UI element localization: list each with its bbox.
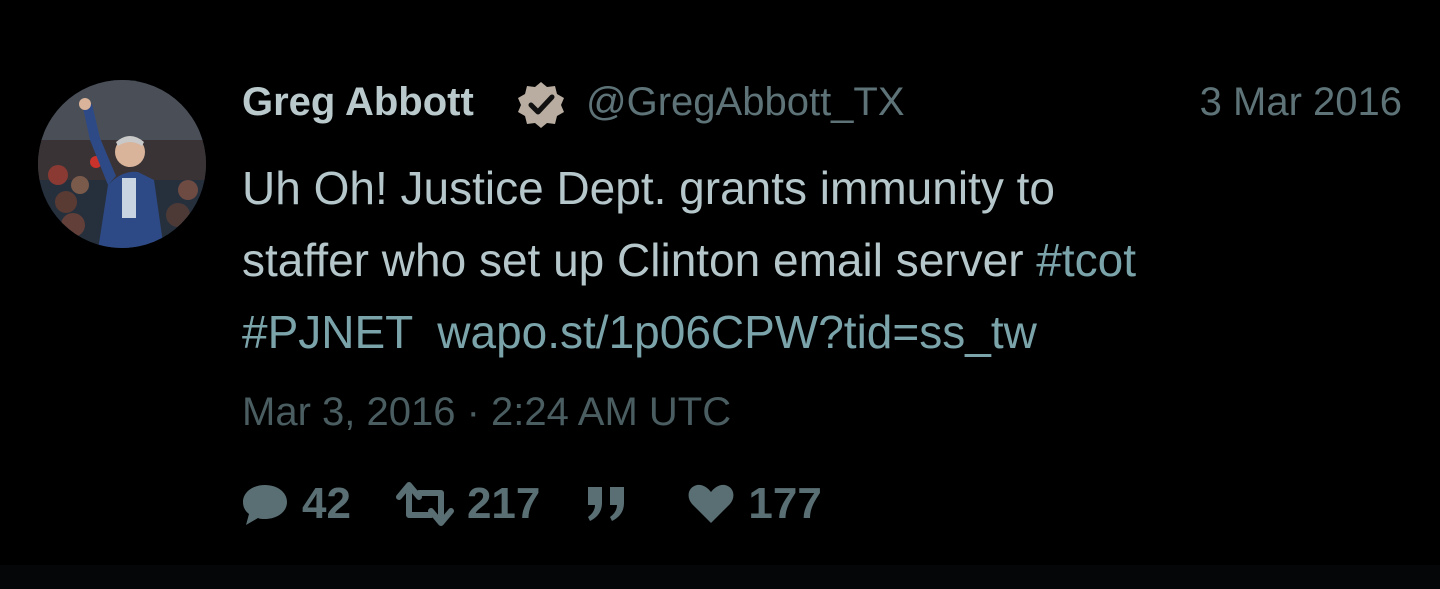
short-date[interactable]: 3 Mar 2016 — [1200, 80, 1402, 125]
heart-icon — [688, 484, 734, 523]
retweet-button[interactable]: 217 — [395, 479, 540, 529]
full-timestamp[interactable]: Mar 3, 2016 · 2:24 AM UTC — [242, 390, 731, 435]
tweet-text: Uh Oh! Justice Dept. grants immunity to … — [242, 152, 1402, 368]
reply-icon — [243, 485, 287, 525]
tweet-text-line-3: #PJNET wapo.st/1p06CPW?tid=ss_tw — [242, 296, 1402, 368]
reply-button[interactable]: 42 — [240, 479, 351, 529]
article-link[interactable]: wapo.st/1p06CPW?tid=ss_tw — [437, 306, 1037, 358]
tweet-text-line-2: staffer who set up Clinton email server … — [242, 224, 1402, 296]
verified-badge-icon — [516, 80, 566, 130]
hashtag-tcot[interactable]: #tcot — [1036, 234, 1136, 286]
retweet-count: 217 — [466, 479, 541, 528]
user-handle[interactable]: @GregAbbott_TX — [586, 80, 905, 125]
quote-button[interactable] — [584, 479, 642, 529]
tweet-card[interactable]: Greg Abbott @GregAbbott_TX 3 Mar 2016 Uh… — [0, 0, 1440, 565]
bottom-strip — [0, 565, 1440, 589]
tweet-actions: 42 217 177 — [240, 476, 866, 532]
display-name[interactable]: Greg Abbott — [242, 80, 474, 125]
hashtag-pjnet[interactable]: #PJNET — [242, 306, 413, 358]
quote-icon — [588, 487, 625, 521]
avatar[interactable] — [38, 80, 206, 248]
like-count: 177 — [748, 479, 822, 528]
retweet-icon — [395, 482, 454, 526]
tweet-header: Greg Abbott @GregAbbott_TX 3 Mar 2016 — [242, 76, 1402, 132]
tweet-text-line-1: Uh Oh! Justice Dept. grants immunity to — [242, 162, 1055, 214]
like-button[interactable]: 177 — [686, 479, 822, 529]
avatar-photo — [38, 80, 206, 248]
reply-count: 42 — [302, 479, 351, 528]
tweet-text-segment: staffer who set up Clinton email server — [242, 234, 1037, 286]
